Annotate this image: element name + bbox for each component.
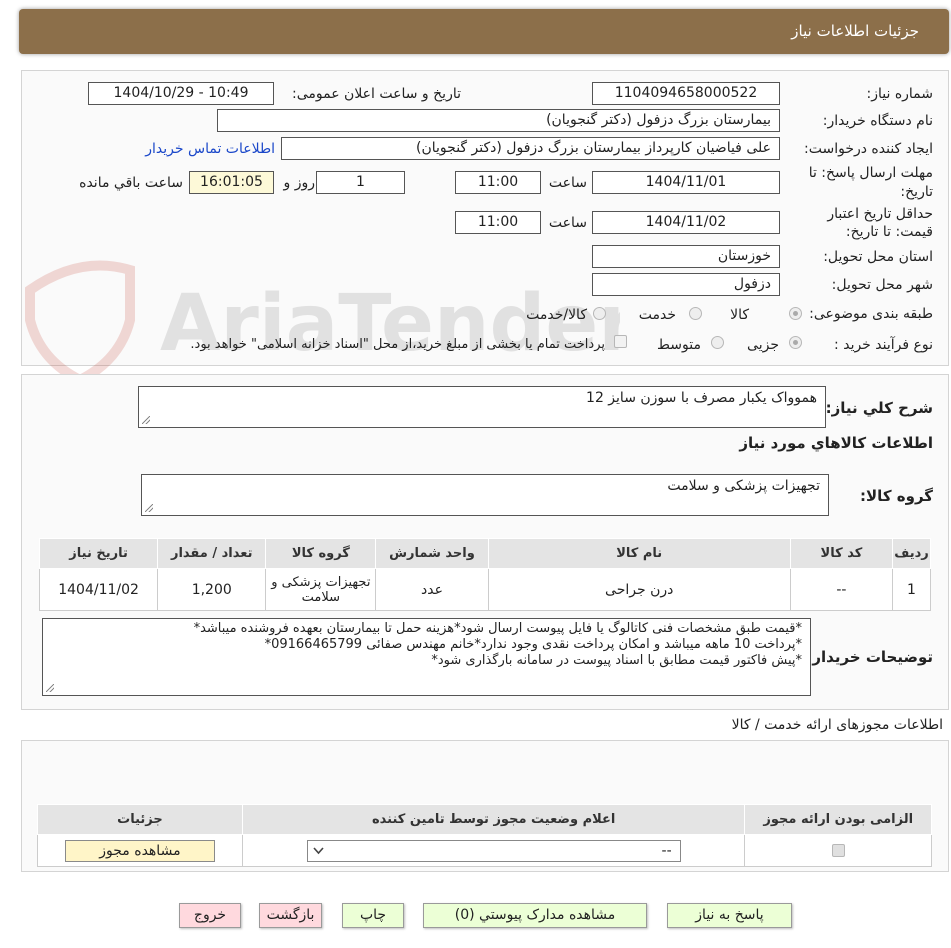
- buyer-contact-link[interactable]: اطلاعات تماس خریدار: [145, 141, 275, 157]
- permits-table-header: الزامی بودن ارائه مجوز اعلام وضعیت مجوز …: [37, 804, 932, 835]
- col-permit-details: جزئیات: [37, 804, 243, 835]
- province-field: خوزستان: [592, 245, 780, 268]
- validity-time-label: ساعت: [548, 215, 587, 231]
- process-type-label: نوع فرآیند خرید :: [834, 337, 933, 353]
- category-option-goods: کالا: [730, 307, 749, 323]
- col-need-date: تاریخ نیاز: [38, 538, 159, 569]
- attachments-button[interactable]: مشاهده مدارک پیوستي (0): [423, 903, 647, 928]
- col-code: کد کالا: [789, 538, 893, 569]
- back-button[interactable]: بازگشت: [259, 903, 322, 928]
- permit-required-checkbox: [831, 844, 845, 857]
- validity-label: حداقل تاریخ اعتبار: [827, 206, 933, 222]
- treasury-note: پرداخت تمام یا بخشی از مبلغ خرید،از محل …: [190, 337, 605, 352]
- requester-field: علی فیاضیان کارپرداز بیمارستان بزرگ دزفو…: [281, 137, 780, 160]
- table-row: -- مشاهده مجوز: [37, 834, 932, 867]
- process-option-medium: متوسط: [657, 337, 701, 353]
- need-number-field: 1104094658000522: [592, 82, 780, 105]
- view-permit-button[interactable]: مشاهده مجوز: [64, 839, 215, 862]
- summary-label: شرح کلي نياز:: [825, 399, 933, 417]
- summary-textarea[interactable]: هموواک یکبار مصرف با سوزن سایز 12: [138, 386, 826, 428]
- cell-code: --: [789, 568, 893, 611]
- deadline-date-field: 1404/11/01: [592, 171, 780, 194]
- category-option-service: خدمت: [638, 307, 676, 323]
- permits-table: الزامی بودن ارائه مجوز اعلام وضعیت مجوز …: [37, 804, 932, 867]
- cell-need-date: 1404/11/02: [38, 568, 159, 611]
- deadline-time-label: ساعت: [548, 175, 587, 191]
- table-row: 1 -- درن جراحی عدد تجهیزات پزشکی و سلامت…: [38, 568, 932, 611]
- exit-button[interactable]: خروج: [179, 903, 241, 928]
- province-label: استان محل تحویل:: [823, 249, 933, 265]
- announce-date-field: 1404/10/29 - 10:49: [88, 82, 274, 105]
- col-name: نام کالا: [487, 538, 791, 569]
- col-permit-status: اعلام وضعیت مجوز توسط تامین کننده: [241, 804, 746, 835]
- city-field: دزفول: [592, 273, 780, 296]
- page-title: جزئیات اطلاعات نیاز: [791, 22, 919, 40]
- col-row: رديف: [891, 538, 932, 569]
- cell-group: تجهیزات پزشکی و سلامت: [265, 568, 377, 611]
- goods-group-textarea[interactable]: تجهیزات پزشکی و سلامت: [141, 474, 829, 516]
- buyer-notes-label: توضیحات خریدار:: [806, 648, 933, 666]
- days-label: روز و: [283, 175, 316, 191]
- validity-time-field: 11:00: [455, 211, 541, 234]
- buyer-note-line: *پیش فاکتور قیمت مطابق با اسناد پیوست در…: [431, 653, 802, 668]
- cell-quantity: 1,200: [157, 568, 267, 611]
- goods-group-text: تجهیزات پزشکی و سلامت: [667, 478, 820, 494]
- process-option-minor: جزیی: [747, 337, 779, 353]
- col-unit: واحد شمارش: [375, 538, 489, 569]
- days-field: 1: [316, 171, 405, 194]
- category-radio-service[interactable]: [689, 307, 702, 320]
- chevron-down-icon: [313, 846, 324, 854]
- cell-name: درن جراحی: [487, 568, 791, 611]
- cell-permit-details: مشاهده مجوز: [37, 834, 243, 867]
- deadline-time-field: 11:00: [455, 171, 541, 194]
- validity-label-date: قیمت: تا تاریخ:: [845, 224, 933, 240]
- goods-table-header: رديف کد کالا نام کالا واحد شمارش گروه کا…: [38, 538, 932, 569]
- goods-table: رديف کد کالا نام کالا واحد شمارش گروه کا…: [38, 538, 932, 611]
- goods-group-label: گروه کالا:: [860, 487, 933, 505]
- reply-button[interactable]: پاسخ به نیاز: [667, 903, 792, 928]
- category-option-goods-service: کالا/خدمت: [526, 307, 587, 323]
- goods-info-title: اطلاعات کالاهاي مورد نياز: [739, 434, 933, 452]
- need-number-label: شماره نیاز:: [866, 86, 934, 102]
- print-button[interactable]: چاپ: [342, 903, 404, 928]
- col-permit-required: الزامی بودن ارائه مجوز: [744, 804, 932, 835]
- remaining-label: ساعت باقي مانده: [79, 175, 183, 191]
- remaining-time-field: 16:01:05: [189, 171, 274, 194]
- deadline-label: مهلت ارسال پاسخ: تا: [808, 165, 933, 181]
- validity-date-field: 1404/11/02: [592, 211, 780, 234]
- requester-label: ایجاد کننده درخواست:: [804, 141, 933, 157]
- city-label: شهر محل تحویل:: [831, 277, 933, 293]
- col-group: گروه کالا: [265, 538, 377, 569]
- buyer-note-line: *قیمت طبق مشخصات فنی کاتالوگ یا فایل پیو…: [193, 621, 802, 636]
- category-radio-goods[interactable]: [789, 307, 802, 320]
- permits-title: اطلاعات مجوزهای ارائه خدمت / کالا: [731, 717, 943, 733]
- cell-permit-required: [744, 834, 932, 867]
- category-radio-goods-service[interactable]: [593, 307, 606, 320]
- cell-permit-status: --: [241, 834, 746, 867]
- process-radio-medium[interactable]: [711, 336, 724, 349]
- page-header: جزئیات اطلاعات نیاز: [19, 9, 949, 54]
- buyer-org-field: بیمارستان بزرگ دزفول (دکتر گنجویان): [217, 109, 780, 132]
- permit-status-value: --: [661, 842, 672, 859]
- deadline-label-date: تاریخ:: [900, 184, 933, 200]
- treasury-checkbox[interactable]: [614, 335, 627, 348]
- summary-text: هموواک یکبار مصرف با سوزن سایز 12: [586, 390, 817, 406]
- announce-date-label: تاریخ و ساعت اعلان عمومی:: [292, 86, 461, 102]
- buyer-notes-textarea[interactable]: *قیمت طبق مشخصات فنی کاتالوگ یا فایل پیو…: [42, 618, 811, 696]
- resize-grip-icon[interactable]: [142, 416, 150, 424]
- cell-unit: عدد: [375, 568, 489, 611]
- resize-grip-icon[interactable]: [145, 504, 153, 512]
- buyer-note-line: *پرداخت 10 ماهه میباشد و امکان پرداخت نق…: [264, 637, 802, 652]
- process-radio-minor[interactable]: [789, 336, 802, 349]
- resize-grip-icon[interactable]: [46, 684, 54, 692]
- cell-row: 1: [891, 568, 932, 611]
- buyer-org-label: نام دستگاه خریدار:: [822, 113, 933, 129]
- category-label: طبقه بندی موضوعی:: [809, 306, 933, 322]
- permit-status-select[interactable]: --: [306, 839, 681, 862]
- col-quantity: تعداد / مقدار: [157, 538, 267, 569]
